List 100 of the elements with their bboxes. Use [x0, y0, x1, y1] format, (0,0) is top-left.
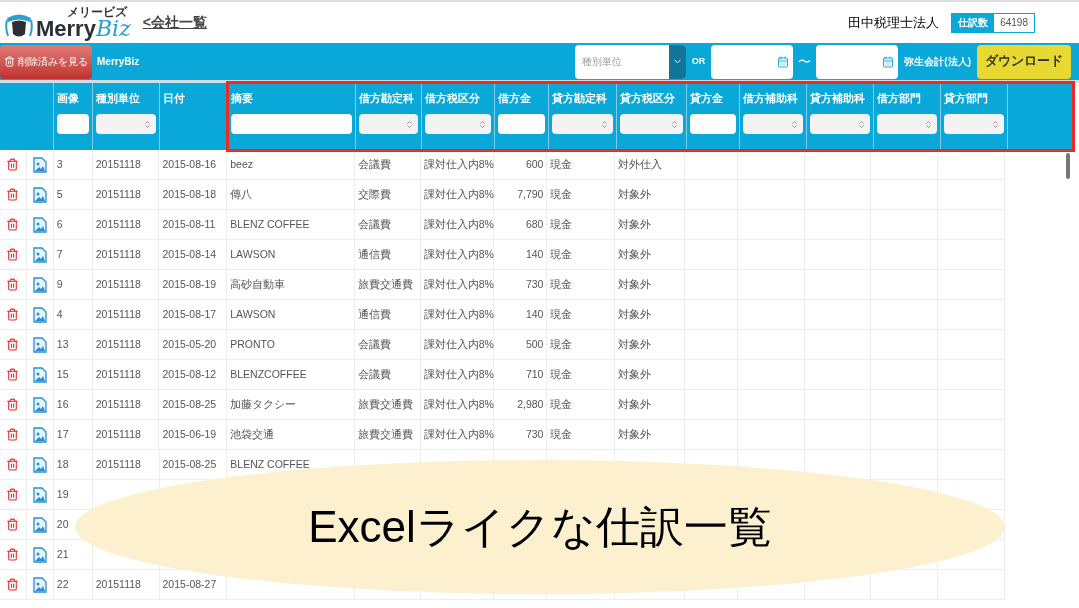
table-cell-text: 2015-08-12 — [162, 366, 217, 382]
image-file-icon[interactable] — [32, 366, 47, 383]
view-deleted-button[interactable]: 削除済みを見る — [0, 44, 92, 79]
column-header[interactable]: 借方勘定科 — [359, 93, 418, 104]
column-header[interactable]: 貸方税区分 — [620, 93, 683, 104]
image-file-icon[interactable] — [32, 546, 47, 563]
delete-icon[interactable] — [6, 488, 20, 501]
table-cell-text: 22 — [56, 576, 69, 592]
column-header[interactable]: 日付 — [163, 93, 224, 104]
image-file-icon[interactable] — [32, 336, 47, 353]
table-cell-text: 2015-08-19 — [162, 276, 217, 292]
table-cell-text: 2015-05-20 — [162, 336, 217, 352]
logo-kana: メリービズ — [66, 5, 127, 18]
filter-field[interactable] — [690, 114, 736, 134]
column-header[interactable]: 借方金 — [498, 93, 545, 104]
download-button[interactable]: ダウンロード — [977, 44, 1071, 79]
table-cell-text: 対外仕入 — [618, 156, 663, 172]
delete-icon[interactable] — [6, 218, 20, 231]
table-cell-text: 140 — [525, 246, 544, 262]
export-format: 弥生会計(法人) — [904, 55, 971, 69]
image-file-icon[interactable] — [32, 576, 47, 593]
delete-icon[interactable] — [6, 248, 20, 261]
column-header[interactable]: 借方税区分 — [425, 93, 491, 104]
image-file-icon[interactable] — [32, 306, 47, 323]
range-separator: 〜 — [798, 52, 812, 71]
delete-icon[interactable] — [6, 458, 20, 471]
delete-icon[interactable] — [6, 368, 20, 381]
column-header[interactable]: 画像 — [57, 93, 89, 104]
table-cell-text: 20151118 — [95, 366, 141, 382]
delete-icon[interactable] — [6, 428, 20, 441]
column-header[interactable]: 貸方金 — [690, 93, 736, 104]
end-date-field[interactable] — [816, 44, 899, 79]
delete-icon[interactable] — [6, 308, 20, 321]
table-cell-text: 730 — [525, 276, 544, 292]
updown-icon — [143, 119, 152, 129]
caption-text: Excelライクな仕訳一覧 — [308, 501, 772, 553]
updown-icon — [600, 119, 609, 129]
image-file-icon[interactable] — [32, 186, 47, 203]
image-file-icon[interactable] — [32, 456, 47, 473]
column-header[interactable]: 貸方補助科 — [810, 93, 870, 104]
table-cell-text: 会議費 — [357, 216, 391, 232]
updown-icon — [478, 119, 487, 129]
logo-wordmark: Merry — [36, 17, 96, 40]
table-cell-text: 旅費交通費 — [357, 276, 413, 292]
scrollbar-thumb[interactable] — [1066, 153, 1070, 179]
image-file-icon[interactable] — [32, 396, 47, 413]
column-header[interactable]: 借方補助科 — [743, 93, 803, 104]
delete-icon[interactable] — [6, 338, 20, 351]
table-cell-text: 20151118 — [95, 186, 141, 202]
table-cell-text: 通信費 — [357, 306, 391, 322]
image-file-icon[interactable] — [32, 246, 47, 263]
table-cell-text: 20151118 — [95, 216, 141, 232]
image-file-icon[interactable] — [32, 216, 47, 233]
count-label: 仕訳数 — [952, 13, 995, 32]
filter-field[interactable] — [57, 114, 89, 134]
table-cell-text: 加藤タクシー — [230, 396, 297, 412]
start-date-field[interactable] — [711, 44, 794, 79]
image-file-icon[interactable] — [32, 156, 47, 173]
table-cell-text: 15 — [56, 366, 69, 382]
company-list-link[interactable]: <会社一覧 — [142, 12, 207, 33]
filter-field[interactable] — [498, 114, 545, 134]
updown-icon — [857, 119, 866, 129]
table-cell-text: 対象外 — [618, 336, 652, 352]
table-cell-text: 現金 — [550, 336, 573, 352]
column-header[interactable]: 摘要 — [231, 93, 352, 104]
table-cell-text: 現金 — [550, 156, 573, 172]
image-file-icon[interactable] — [32, 426, 47, 443]
table-cell-text: 現金 — [550, 216, 573, 232]
table-cell-text: 16 — [56, 396, 69, 412]
delete-icon[interactable] — [6, 158, 20, 171]
delete-icon[interactable] — [6, 548, 20, 561]
calendar-icon — [882, 55, 895, 68]
delete-icon[interactable] — [6, 398, 20, 411]
updown-icon — [991, 119, 1000, 129]
column-header[interactable]: 貸方部門 — [944, 93, 1004, 104]
table-cell-text: BLENZ COFFEE — [230, 216, 310, 232]
table-cell-text: 通信費 — [357, 246, 391, 262]
table-cell-text: 20151118 — [95, 306, 141, 322]
table-cell-text: 池袋交通 — [230, 426, 275, 442]
table-cell-text: 2015-08-25 — [162, 396, 217, 412]
column-header[interactable]: 種別単位 — [96, 93, 156, 104]
client-name: MerryBiz — [97, 55, 140, 69]
table-cell-text: 2015-08-14 — [162, 246, 217, 262]
column-header[interactable]: 貸方勘定科 — [552, 93, 613, 104]
table-cell-text: 20151118 — [95, 456, 141, 472]
delete-icon[interactable] — [6, 278, 20, 291]
table-cell-text: 2,980 — [517, 396, 544, 412]
delete-icon[interactable] — [6, 578, 20, 591]
image-file-icon[interactable] — [32, 516, 47, 533]
unit-dropdown[interactable]: 種別単位 — [574, 44, 686, 79]
column-header[interactable]: 借方部門 — [877, 93, 937, 104]
table-cell-text: 5 — [56, 186, 63, 202]
table-cell-text: 20 — [56, 516, 69, 532]
table-cell-text: 対象外 — [618, 186, 652, 202]
table-cell-text: 課対仕入内8% — [423, 306, 494, 322]
image-file-icon[interactable] — [32, 276, 47, 293]
delete-icon[interactable] — [6, 188, 20, 201]
image-file-icon[interactable] — [32, 486, 47, 503]
filter-field[interactable] — [231, 114, 352, 134]
delete-icon[interactable] — [6, 518, 20, 531]
